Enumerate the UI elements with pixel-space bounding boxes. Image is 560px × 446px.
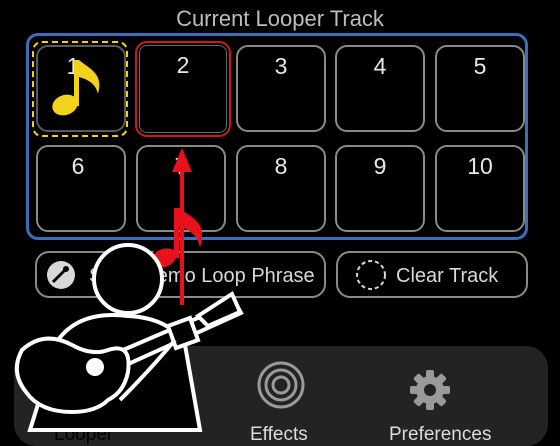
track-number: 3 — [274, 53, 288, 79]
track-6[interactable]: 6 — [36, 145, 126, 232]
save-memo-loop-label: Save Memo Loop Phrase — [89, 265, 315, 287]
tab-preferences[interactable]: Preferences — [364, 346, 548, 446]
clear-circle-icon — [356, 260, 386, 290]
track-number: 7 — [174, 153, 188, 179]
track-10[interactable]: 10 — [435, 145, 525, 232]
track-9[interactable]: 9 — [335, 145, 425, 232]
track-7[interactable]: 7 — [136, 145, 226, 232]
track-2[interactable]: 2 — [135, 41, 231, 137]
track-1[interactable]: 1 — [36, 45, 126, 132]
tab-looper-label: Looper — [54, 424, 114, 445]
track-4[interactable]: 4 — [335, 45, 425, 132]
tab-bar: Looper Effects Preferences — [14, 346, 548, 446]
track-number: 2 — [176, 52, 190, 78]
clear-track-button[interactable]: Clear Track — [336, 251, 528, 298]
tab-effects[interactable]: Effects — [224, 346, 344, 446]
track-number: 9 — [373, 153, 387, 179]
gear-icon — [410, 370, 450, 410]
tab-preferences-label: Preferences — [389, 424, 492, 445]
save-memo-loop-button[interactable]: Save Memo Loop Phrase — [35, 251, 326, 298]
track-number: 5 — [473, 53, 487, 79]
clear-track-label: Clear Track — [396, 265, 499, 287]
track-8[interactable]: 8 — [236, 145, 326, 232]
page-title: Current Looper Track — [176, 6, 384, 31]
effects-icon — [257, 361, 305, 409]
tab-effects-label: Effects — [250, 424, 308, 445]
track-number: 4 — [373, 53, 387, 79]
track-5[interactable]: 5 — [435, 45, 525, 132]
music-note-icon — [52, 60, 100, 116]
track-number: 10 — [467, 153, 493, 179]
track-number: 6 — [71, 153, 85, 179]
tab-looper[interactable]: Looper — [14, 346, 164, 446]
track-3[interactable]: 3 — [236, 45, 326, 132]
record-disc-icon — [47, 261, 75, 289]
track-number: 8 — [274, 153, 288, 179]
